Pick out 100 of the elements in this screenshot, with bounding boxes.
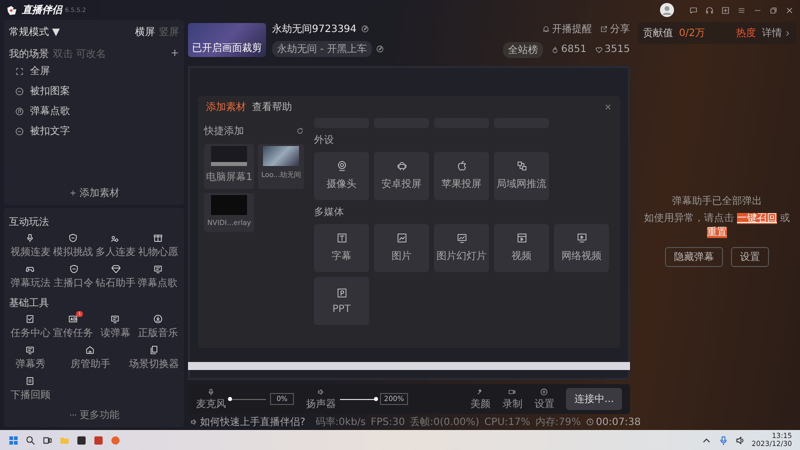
stream-thumbnail[interactable]: 已开启画面裁剪 [188, 22, 266, 57]
tool-button[interactable]: 模拟挑战 [52, 233, 94, 259]
dialog-tab[interactable]: 查看帮助 [252, 100, 292, 114]
section-title: 互动玩法 [9, 216, 50, 229]
tool-button[interactable]: 主播口令 [52, 264, 95, 290]
source-tile[interactable]: 字幕 [314, 224, 369, 272]
control-button[interactable]: 录制 [502, 388, 522, 411]
source-icon [336, 232, 348, 244]
quick-source-tile[interactable]: 电脑屏幕1 [204, 144, 254, 189]
thumbnail-caption: 已开启画面裁剪 [192, 42, 262, 56]
tool-icon [152, 233, 163, 243]
audio-icon[interactable] [317, 388, 325, 396]
add-material-button[interactable]: 添加素材 [9, 186, 179, 200]
source-icon [456, 160, 468, 172]
dialog-tab[interactable]: 添加素材 [206, 100, 246, 114]
tool-button[interactable]: 礼物心愿 [136, 233, 179, 259]
rank-badge[interactable]: 全站榜 [503, 42, 544, 58]
chat-icon[interactable] [689, 6, 698, 14]
search-icon[interactable] [25, 434, 36, 446]
source-tile[interactable]: 图片幻灯片 [434, 224, 489, 272]
tool-button[interactable]: 读弹幕 [94, 314, 136, 340]
source-tile[interactable]: 摄像头 [314, 152, 369, 200]
details-link[interactable]: 详情 [762, 26, 791, 40]
action-icon [600, 24, 608, 33]
tool-button[interactable]: 正版音乐 [136, 314, 179, 340]
mode-dropdown[interactable]: 常规模式 ▼ [9, 25, 60, 39]
source-icon [576, 232, 588, 244]
close-icon[interactable] [604, 102, 612, 111]
restore-icon[interactable] [769, 6, 778, 14]
chevron-icon [784, 30, 791, 36]
contribution-value: 0/2万 [679, 27, 706, 40]
reset-link[interactable]: 重置 [707, 227, 727, 238]
header-action[interactable]: 开播提醒 [542, 22, 592, 36]
close-icon[interactable] [785, 6, 794, 14]
helper-button[interactable]: 隐藏弹幕 [665, 247, 723, 267]
status-item: CPU:17% [484, 416, 530, 428]
helper-button[interactable]: 设置 [731, 247, 769, 267]
source-tile[interactable]: PPT [314, 276, 369, 325]
app-name: 直播伴侣 [22, 4, 62, 17]
tool-button[interactable]: 视频连麦 [9, 233, 52, 259]
recall-link[interactable]: 一键召回 [737, 213, 777, 224]
tool-icon [25, 264, 36, 274]
control-button[interactable]: 设置 [534, 388, 554, 411]
tool-button[interactable]: 弹幕点歌 [136, 264, 179, 290]
source-tile[interactable]: 苹果投屏 [434, 152, 489, 200]
source-tile[interactable]: 安卓投屏 [374, 152, 429, 200]
heart-icon [594, 46, 603, 54]
orientation-tab[interactable]: 横屏 [135, 25, 155, 39]
speaker-icon[interactable] [734, 434, 746, 446]
source-preview [211, 194, 248, 215]
tool-button[interactable]: 弹幕玩法 [9, 264, 52, 290]
contribution-label: 贡献值 [643, 26, 673, 40]
connect-button[interactable]: 连接中... [566, 388, 622, 410]
speaker-icon [190, 418, 198, 426]
tool-icon [110, 264, 121, 274]
quick-add-title: 快捷添加 [204, 124, 244, 138]
tool-button[interactable]: 钻石助手 [96, 264, 136, 290]
source-tile[interactable]: 图片 [374, 224, 429, 272]
clock-icon [586, 418, 594, 426]
box-icon[interactable] [721, 6, 730, 14]
add-scene-button[interactable]: + [170, 49, 179, 59]
tool-button[interactable]: 下播回顾 [9, 376, 52, 402]
control-button[interactable]: 美颜 [470, 388, 490, 411]
source-icon [456, 232, 468, 244]
source-icon [396, 232, 408, 244]
edit-icon[interactable] [360, 25, 369, 34]
audio-icon[interactable] [207, 388, 215, 396]
scene-item[interactable]: 全屏 [9, 61, 179, 81]
menu-icon[interactable] [737, 6, 746, 14]
action-icon [542, 24, 550, 33]
scene-icon [15, 66, 24, 76]
mic-icon[interactable] [718, 434, 729, 446]
room-category[interactable]: 永劫无间 - 开黑上车 [272, 41, 372, 58]
avatar-icon[interactable] [660, 3, 674, 17]
source-preview [211, 146, 248, 166]
source-icon [336, 286, 348, 299]
source-tile[interactable]: 网络视频 [554, 224, 609, 272]
tool-button[interactable]: 多人连麦 [94, 233, 136, 259]
flame-icon [551, 46, 560, 54]
app-icon[interactable] [76, 434, 87, 446]
header-action[interactable]: 分享 [600, 22, 630, 36]
source-tile[interactable]: 视频 [494, 224, 549, 272]
headset-icon[interactable] [705, 6, 714, 14]
source-tile[interactable]: 局域网推流 [494, 152, 549, 200]
tool-button[interactable]: 场景切换器 [129, 345, 179, 371]
tool-icon [152, 314, 163, 324]
tool-button[interactable]: 弹幕秀 [9, 345, 52, 371]
edit-icon[interactable] [376, 45, 384, 54]
tool-button[interactable]: 任务中心 [9, 314, 52, 340]
more-features-button[interactable]: 更多功能 [9, 408, 179, 422]
scene-item[interactable]: 被扣图案 [9, 81, 179, 101]
tool-button[interactable]: 房管助手 [69, 345, 112, 371]
refresh-icon[interactable] [296, 126, 304, 135]
task-view-icon[interactable] [42, 434, 53, 446]
scene-item[interactable]: 被扣文字 [9, 121, 179, 141]
tool-icon [85, 345, 96, 355]
scene-item[interactable]: 弹幕点歌 [9, 101, 179, 121]
windows-start-icon[interactable] [8, 434, 19, 446]
control-icon [476, 388, 484, 396]
help-link[interactable]: 如何快速上手直播伴侣? [190, 415, 306, 430]
